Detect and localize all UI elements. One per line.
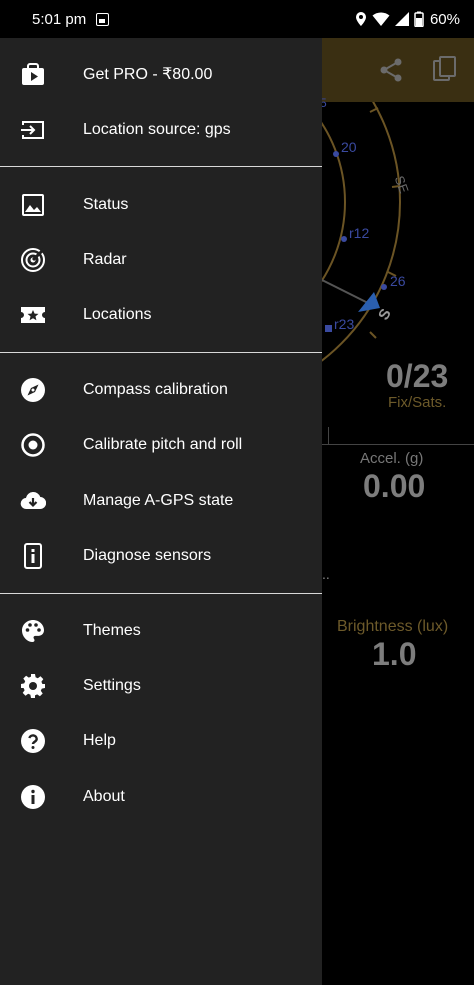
drawer-divider bbox=[0, 166, 322, 167]
drawer-item-label: Locations bbox=[83, 306, 152, 323]
target-icon bbox=[21, 433, 45, 457]
sat-label-r23: r23 bbox=[334, 316, 355, 332]
drawer-item-label: Radar bbox=[83, 251, 127, 268]
info-box-icon bbox=[24, 543, 42, 569]
input-icon bbox=[21, 121, 44, 139]
drawer-divider bbox=[0, 352, 322, 353]
brightness-value: 1.0 bbox=[372, 636, 417, 672]
drawer-item-label: Get PRO - ₹80.00 bbox=[83, 66, 213, 83]
battery-percent: 60% bbox=[429, 10, 460, 28]
brightness-label: Brightness (lux) bbox=[337, 618, 449, 635]
location-icon bbox=[355, 12, 366, 26]
play-store-icon bbox=[22, 63, 44, 85]
drawer-item-label: Themes bbox=[83, 622, 141, 639]
status-bar: 5:01 pm 60% bbox=[0, 0, 474, 38]
drawer-item-location-source[interactable]: Location source: gps bbox=[0, 104, 322, 156]
drawer-item-radar[interactable]: Radar bbox=[0, 234, 322, 286]
dots-text: .. bbox=[322, 566, 330, 582]
status-time: 5:01 pm bbox=[32, 10, 87, 28]
radar-icon bbox=[21, 247, 46, 272]
drawer-item-locations[interactable]: Locations bbox=[0, 289, 322, 341]
drawer-item-status[interactable]: Status bbox=[0, 179, 322, 231]
drawer-divider bbox=[0, 593, 322, 594]
drawer-item-get-pro[interactable]: Get PRO - ₹80.00 bbox=[0, 48, 322, 100]
cloud-download-icon bbox=[20, 492, 46, 510]
navigation-drawer: Get PRO - ₹80.00 Location source: gps St… bbox=[0, 38, 322, 985]
copy-icon[interactable] bbox=[431, 56, 459, 84]
drawer-item-diagnose-sensors[interactable]: Diagnose sensors bbox=[0, 530, 322, 582]
drawer-item-label: Location source: gps bbox=[83, 121, 231, 138]
share-icon[interactable] bbox=[377, 56, 405, 84]
gear-icon bbox=[21, 674, 45, 698]
drawer-item-label: Diagnose sensors bbox=[83, 547, 212, 564]
wifi-icon bbox=[372, 12, 390, 26]
sat-label-26: 26 bbox=[390, 273, 406, 289]
drawer-item-help[interactable]: Help bbox=[0, 715, 322, 767]
drawer-item-settings[interactable]: Settings bbox=[0, 660, 322, 712]
drawer-item-themes[interactable]: Themes bbox=[0, 605, 322, 657]
signal-icon bbox=[394, 12, 409, 26]
accel-scale bbox=[322, 427, 474, 445]
drawer-item-label: Status bbox=[83, 196, 129, 213]
drawer-item-about[interactable]: About bbox=[0, 771, 322, 823]
star-ticket-icon bbox=[21, 307, 45, 323]
drawer-item-label: Manage A-GPS state bbox=[83, 492, 234, 509]
gallery-notification-icon bbox=[96, 12, 110, 26]
drawer-item-label: Settings bbox=[83, 677, 141, 694]
drawer-item-manage-agps[interactable]: Manage A-GPS state bbox=[0, 475, 322, 527]
accel-label: Accel. (g) bbox=[360, 450, 424, 467]
help-icon bbox=[21, 729, 45, 753]
status-icons: 60% bbox=[354, 11, 460, 28]
drawer-item-compass-calibration[interactable]: Compass calibration bbox=[0, 364, 322, 416]
image-icon bbox=[22, 194, 44, 216]
drawer-item-label: About bbox=[83, 788, 125, 805]
fix-sats-label: Fix/Sats. bbox=[388, 394, 447, 411]
drawer-item-calibrate-pitch-roll[interactable]: Calibrate pitch and roll bbox=[0, 419, 322, 471]
sat-label-20: 20 bbox=[341, 139, 357, 155]
battery-icon bbox=[414, 11, 424, 27]
accel-value: 0.00 bbox=[363, 468, 426, 504]
sat-label-r12: r12 bbox=[349, 225, 370, 241]
drawer-item-label: Help bbox=[83, 732, 116, 749]
fix-sats-value: 0/23 bbox=[386, 358, 449, 394]
info-icon bbox=[21, 785, 45, 809]
compass-icon bbox=[21, 378, 45, 402]
drawer-item-label: Compass calibration bbox=[83, 381, 228, 398]
drawer-item-label: Calibrate pitch and roll bbox=[83, 436, 243, 453]
palette-icon bbox=[22, 620, 44, 642]
